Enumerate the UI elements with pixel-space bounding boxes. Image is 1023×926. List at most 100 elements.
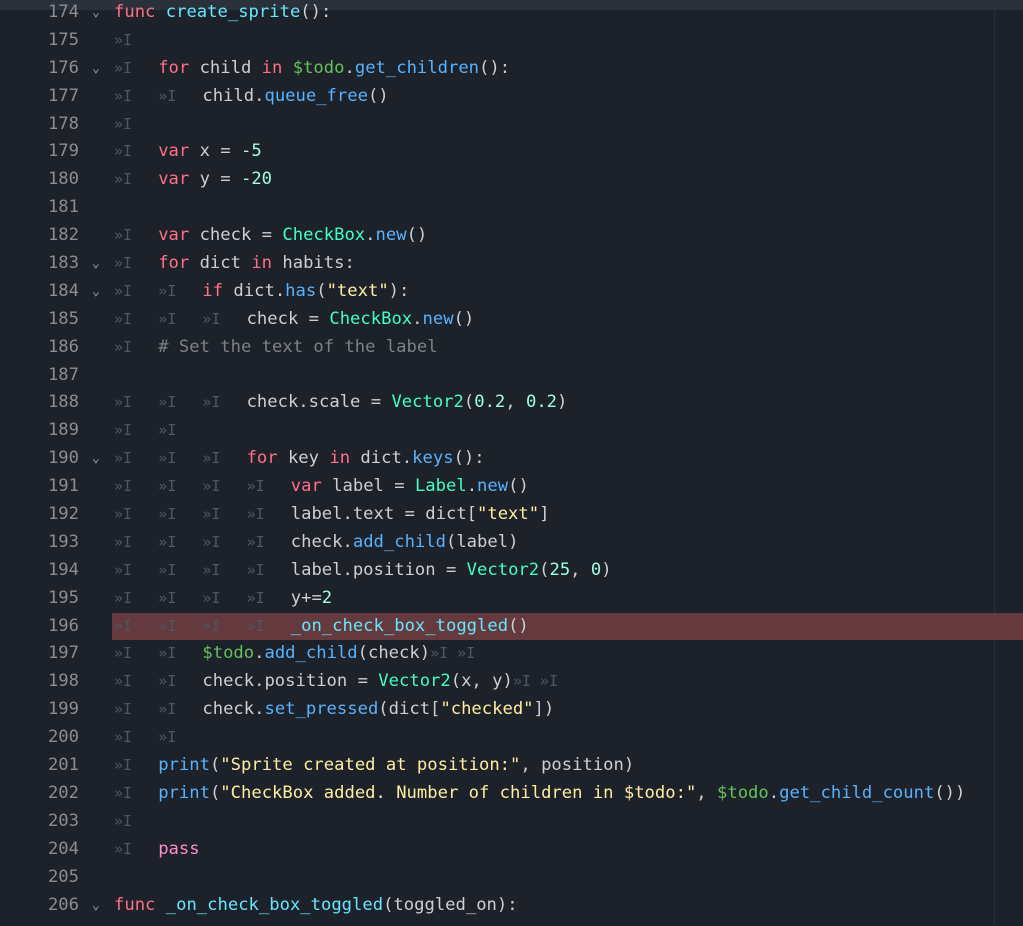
code-text[interactable]: »I for dict in habits: (114, 250, 355, 278)
code-text[interactable]: func create_sprite(): (114, 0, 331, 27)
line-number[interactable]: 196 (0, 613, 79, 641)
line-number[interactable]: 192 (0, 501, 79, 529)
code-text[interactable]: »I »I (114, 724, 202, 752)
code-text[interactable]: »I »I $todo.add_child(check)»I »I (114, 640, 475, 668)
line-number[interactable]: 178 (0, 111, 79, 139)
fold-chevron-icon[interactable]: ⌄ (92, 892, 100, 920)
code-editor[interactable]: 174 ⌄ func create_sprite(): 175 »I 176 ⌄ »I for … (0, 0, 1023, 919)
line-number[interactable]: 189 (0, 417, 79, 445)
code-text[interactable]: »I »I check.position = Vector2(x, y)»I »I (114, 668, 558, 696)
code-line[interactable]: 193 »I »I »I »I check.add_child(label) (0, 529, 1023, 557)
line-number[interactable]: 197 (0, 640, 79, 668)
code-text[interactable]: »I # Set the text of the label (114, 334, 438, 362)
code-line[interactable]: 191 »I »I »I »I var label = Label.new() (0, 473, 1023, 501)
code-text[interactable]: »I »I »I »I label.text = dict["text"] (114, 501, 549, 529)
line-number[interactable]: 179 (0, 138, 79, 166)
line-number[interactable]: 188 (0, 389, 79, 417)
code-text[interactable]: »I print("CheckBox added. Number of child… (114, 780, 965, 808)
code-text[interactable]: »I (114, 111, 158, 139)
code-line[interactable]: 205 (0, 864, 1023, 892)
code-line[interactable]: 194 »I »I »I »I label.position = Vector2(25, … (0, 557, 1023, 585)
code-text[interactable]: »I (114, 27, 158, 55)
code-line[interactable]: 206 ⌄ func _on_check_box_toggled(toggled_o… (0, 892, 1023, 920)
code-line[interactable]: 202 »I print("CheckBox added. Number of ch… (0, 780, 1023, 808)
fold-chevron-icon[interactable]: ⌄ (92, 250, 100, 278)
code-line[interactable]: 182 »I var check = CheckBox.new() (0, 222, 1023, 250)
code-line[interactable]: 185 »I »I »I check = CheckBox.new() (0, 306, 1023, 334)
line-number[interactable]: 201 (0, 752, 79, 780)
code-line[interactable]: 199 »I »I check.set_pressed(dict["checked"]… (0, 696, 1023, 724)
code-text[interactable]: »I (114, 808, 158, 836)
line-number[interactable]: 174 (0, 0, 79, 27)
code-text[interactable]: »I var x = -5 (114, 138, 262, 166)
line-number[interactable]: 185 (0, 306, 79, 334)
code-text[interactable]: »I for child in $todo.get_children(): (114, 55, 510, 83)
line-number[interactable]: 183 (0, 250, 79, 278)
code-line-highlighted[interactable]: 196 »I »I »I »I _on_check_box_toggled() (0, 612, 1023, 641)
line-number[interactable]: 180 (0, 166, 79, 194)
line-number[interactable]: 194 (0, 557, 79, 585)
line-number[interactable]: 181 (0, 194, 79, 222)
line-number[interactable]: 191 (0, 473, 79, 501)
line-number[interactable]: 177 (0, 83, 79, 111)
line-number[interactable]: 205 (0, 864, 79, 892)
line-number[interactable]: 184 (0, 278, 79, 306)
code-line[interactable]: 178 »I (0, 111, 1023, 139)
code-text[interactable]: »I »I »I for key in dict.keys(): (114, 445, 485, 473)
code-text[interactable]: »I »I child.queue_free() (114, 83, 389, 111)
code-text[interactable]: »I »I check.set_pressed(dict["checked"]) (114, 696, 554, 724)
code-line[interactable]: 192 »I »I »I »I label.text = dict["text"] (0, 501, 1023, 529)
code-text[interactable]: »I print("Sprite created at position:", p… (114, 752, 634, 780)
code-text[interactable]: »I »I »I check = CheckBox.new() (114, 306, 474, 334)
code-line[interactable]: 183 ⌄ »I for dict in habits: (0, 250, 1023, 278)
code-line[interactable]: 177 »I »I child.queue_free() (0, 83, 1023, 111)
code-text[interactable]: »I »I »I »I y+=2 (114, 585, 332, 613)
line-number[interactable]: 186 (0, 334, 79, 362)
code-line[interactable]: 181 (0, 194, 1023, 222)
code-text[interactable]: »I »I »I »I _on_check_box_toggled() (114, 613, 529, 641)
code-line[interactable]: 200 »I »I (0, 724, 1023, 752)
line-number[interactable]: 182 (0, 222, 79, 250)
code-text[interactable]: »I »I if dict.has("text"): (114, 278, 409, 306)
code-text[interactable]: »I var check = CheckBox.new() (114, 222, 427, 250)
code-line[interactable]: 184 ⌄ »I »I if dict.has("text"): (0, 278, 1023, 306)
line-number[interactable]: 198 (0, 668, 79, 696)
line-number[interactable]: 187 (0, 362, 79, 390)
code-line[interactable]: 186 »I # Set the text of the label (0, 334, 1023, 362)
code-line[interactable]: 174 ⌄ func create_sprite(): (0, 0, 1023, 27)
code-line[interactable]: 195 »I »I »I »I y+=2 (0, 585, 1023, 613)
code-line[interactable]: 203 »I (0, 808, 1023, 836)
line-number[interactable]: 204 (0, 836, 79, 864)
code-text[interactable]: »I »I »I check.scale = Vector2(0.2, 0.2) (114, 389, 567, 417)
code-line[interactable]: 198 »I »I check.position = Vector2(x, y)»I … (0, 668, 1023, 696)
line-number[interactable]: 176 (0, 55, 79, 83)
code-line[interactable]: 187 (0, 362, 1023, 390)
code-line[interactable]: 179 »I var x = -5 (0, 138, 1023, 166)
code-line[interactable]: 201 »I print("Sprite created at position:"… (0, 752, 1023, 780)
line-number[interactable]: 190 (0, 445, 79, 473)
code-line[interactable]: 190 ⌄ »I »I »I for key in dict.keys(): (0, 445, 1023, 473)
code-line[interactable]: 180 »I var y = -20 (0, 166, 1023, 194)
line-number[interactable]: 199 (0, 696, 79, 724)
line-number[interactable]: 195 (0, 585, 79, 613)
code-line[interactable]: 197 »I »I $todo.add_child(check)»I »I (0, 640, 1023, 668)
line-number[interactable]: 202 (0, 780, 79, 808)
code-text[interactable]: »I var y = -20 (114, 166, 272, 194)
fold-chevron-icon[interactable]: ⌄ (92, 0, 100, 27)
fold-chevron-icon[interactable]: ⌄ (92, 278, 100, 306)
code-text[interactable]: func _on_check_box_toggled(toggled_on): (114, 892, 518, 920)
fold-chevron-icon[interactable]: ⌄ (92, 445, 100, 473)
code-text[interactable]: »I »I (114, 417, 202, 445)
line-number[interactable]: 203 (0, 808, 79, 836)
line-number[interactable]: 206 (0, 892, 79, 920)
code-text[interactable]: »I »I »I »I label.position = Vector2(25, 0) (114, 557, 612, 585)
line-number[interactable]: 175 (0, 27, 79, 55)
code-line[interactable]: 176 ⌄ »I for child in $todo.get_children(): (0, 55, 1023, 83)
code-text[interactable]: »I »I »I »I var label = Label.new() (114, 473, 529, 501)
code-text[interactable]: »I pass (114, 836, 200, 864)
fold-chevron-icon[interactable]: ⌄ (92, 55, 100, 83)
code-line[interactable]: 175 »I (0, 27, 1023, 55)
code-line[interactable]: 204 »I pass (0, 836, 1023, 864)
line-number[interactable]: 200 (0, 724, 79, 752)
code-text[interactable]: »I »I »I »I check.add_child(label) (114, 529, 518, 557)
